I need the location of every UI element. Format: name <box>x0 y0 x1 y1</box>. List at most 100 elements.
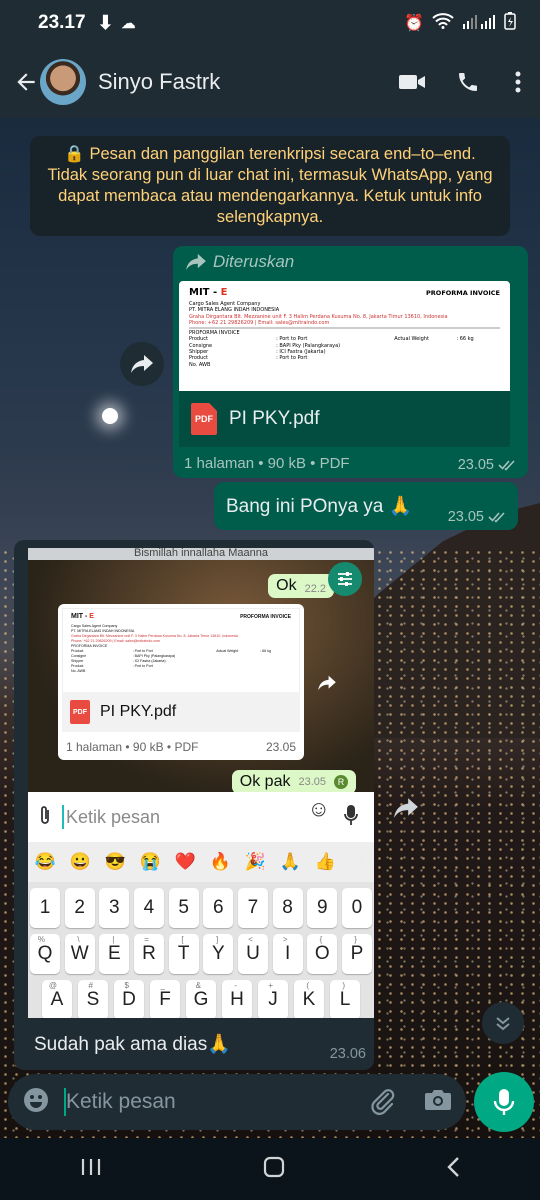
message-time: 23.05 <box>447 509 484 525</box>
nav-back-button[interactable] <box>446 1156 460 1183</box>
preview-cell <box>276 362 394 368</box>
emoji-key: ❤️ <box>174 852 196 871</box>
screenshot-ok-time: 22.2 <box>304 583 326 595</box>
forwarded-document-message[interactable]: Diteruskan MIT - E PROFORMA INVOICE Carg… <box>173 246 528 478</box>
keyboard-key: K( <box>294 980 324 1018</box>
key-label: K <box>302 989 316 1010</box>
emoji-key: 👍 <box>314 852 336 871</box>
screenshot-preview-cell <box>216 669 260 674</box>
key-label: Y <box>211 943 225 964</box>
emoji-key: 🎉 <box>244 852 266 871</box>
alarm-icon: ⏰ <box>404 15 424 32</box>
keyboard-key: W \ <box>64 934 95 974</box>
text-message[interactable]: Bang ini POnya ya 🙏 23.05 <box>214 482 518 530</box>
key-alt-label: _ <box>160 981 165 990</box>
keyboard-key: S # <box>78 980 108 1018</box>
document-file[interactable]: PDF PI PKY.pdf <box>179 391 510 447</box>
nav-recents-button[interactable] <box>80 1157 102 1182</box>
signal-icon <box>462 13 496 34</box>
double-check-icon <box>488 512 505 523</box>
key-alt-label: # <box>88 981 93 990</box>
screenshot-doc-header: MIT - E PROFORMA INVOICE <box>71 613 291 620</box>
emoji-icon <box>24 1087 48 1112</box>
message-timestamp: 23.05 <box>448 509 508 525</box>
voice-record-button[interactable] <box>474 1072 534 1132</box>
keyboard-key: R = <box>133 934 164 974</box>
key-label: D <box>122 989 136 1010</box>
keyboard-key: F _ <box>150 980 180 1018</box>
avatar[interactable] <box>40 59 86 105</box>
cloud-icon: ☁ <box>121 14 136 31</box>
keyboard-key: T[ <box>168 934 199 974</box>
keyboard-key: H- <box>222 980 252 1018</box>
message-time: 23.06 <box>329 1046 366 1062</box>
key-label: F <box>159 989 171 1010</box>
keyboard-key: 9 <box>307 888 338 928</box>
mic-icon <box>493 1089 515 1115</box>
key-alt-label: > <box>282 935 288 944</box>
key-alt-label: % <box>37 935 45 944</box>
pdf-icon: PDF <box>191 403 217 435</box>
screenshot-okpak-text: Ok pak <box>239 773 291 790</box>
video-call-button[interactable] <box>384 54 440 110</box>
message-image[interactable]: Bismillah innallaha Maanna Ok 22.2 MIT -… <box>28 548 374 1018</box>
keyboard-row-asdf: A @ S # D $ F _ G & H - J + K(L) <box>30 980 372 1018</box>
contact-name[interactable]: Sinyo Fastrk <box>98 69 384 95</box>
key-label: L <box>339 989 351 1010</box>
keyboard-key: P} <box>341 934 372 974</box>
keyboard-key: G & <box>186 980 216 1018</box>
image-message[interactable]: Bismillah innallaha Maanna Ok 22.2 MIT -… <box>14 540 374 1070</box>
more-options-button[interactable] <box>496 54 540 110</box>
key-label: G <box>193 989 209 1010</box>
text-caret <box>62 805 64 829</box>
system-nav-bar <box>0 1138 540 1200</box>
document-preview[interactable]: MIT - E PROFORMA INVOICE Cargo Sales Age… <box>179 281 510 391</box>
emoji-button[interactable] <box>22 1086 50 1119</box>
forward-button[interactable] <box>120 342 164 386</box>
scroll-down-button[interactable] <box>482 1002 524 1044</box>
forwarded-icon <box>186 253 206 271</box>
keyboard-key: 8 <box>272 888 303 928</box>
key-label: 9 <box>316 897 328 918</box>
screenshot-doc-logo: MIT - E <box>71 613 94 620</box>
key-alt-label: ( <box>306 981 309 990</box>
key-alt-label: < <box>248 935 253 944</box>
key-label: 5 <box>178 897 189 918</box>
key-label: 4 <box>143 897 155 918</box>
keyboard-key: 2 <box>64 888 95 928</box>
emoji-key: 🔥 <box>209 852 231 871</box>
double-check-icon <box>498 460 515 471</box>
emoji-key: 😂 <box>34 852 57 871</box>
key-label: Q <box>37 943 53 964</box>
sliders-icon <box>338 572 352 586</box>
key-alt-label: - <box>234 981 237 990</box>
key-label: A <box>50 989 64 1010</box>
key-label: 1 <box>39 897 51 918</box>
message-input[interactable]: Ketik pesan <box>66 1090 176 1114</box>
keyboard-key: D $ <box>114 980 144 1018</box>
screenshot-ok-bubble: Ok 22.2 <box>268 574 334 598</box>
keyboard-key: 7 <box>237 888 268 928</box>
key-label: T <box>177 943 190 964</box>
screenshot-doc-title: PROFORMA INVOICE <box>240 613 291 620</box>
key-alt-label: $ <box>124 981 129 990</box>
forward-button-image[interactable] <box>384 786 428 830</box>
keyboard-key: E | <box>99 934 130 974</box>
wallpaper-moon <box>102 408 118 424</box>
keyboard-key: 4 <box>133 888 164 928</box>
keyboard-key: U < <box>237 934 268 974</box>
preview-cell <box>394 362 456 368</box>
document-filename: PI PKY.pdf <box>229 408 320 429</box>
keyboard-key: A @ <box>42 980 72 1018</box>
camera-button[interactable] <box>424 1086 452 1117</box>
back-arrow-icon <box>17 73 35 91</box>
attach-icon <box>38 804 52 831</box>
mic-icon <box>344 804 358 831</box>
status-bar: 23.17 ⬇ ☁ ⏰ <box>0 0 540 46</box>
emoji-key: 🙏 <box>279 852 301 871</box>
encryption-notice[interactable]: 🔒 Pesan dan panggilan terenkripsi secara… <box>30 136 510 236</box>
voice-call-button[interactable] <box>440 54 496 110</box>
attach-button[interactable] <box>368 1086 398 1121</box>
forwarded-text: Diteruskan <box>213 252 295 271</box>
nav-home-button[interactable] <box>262 1155 286 1184</box>
